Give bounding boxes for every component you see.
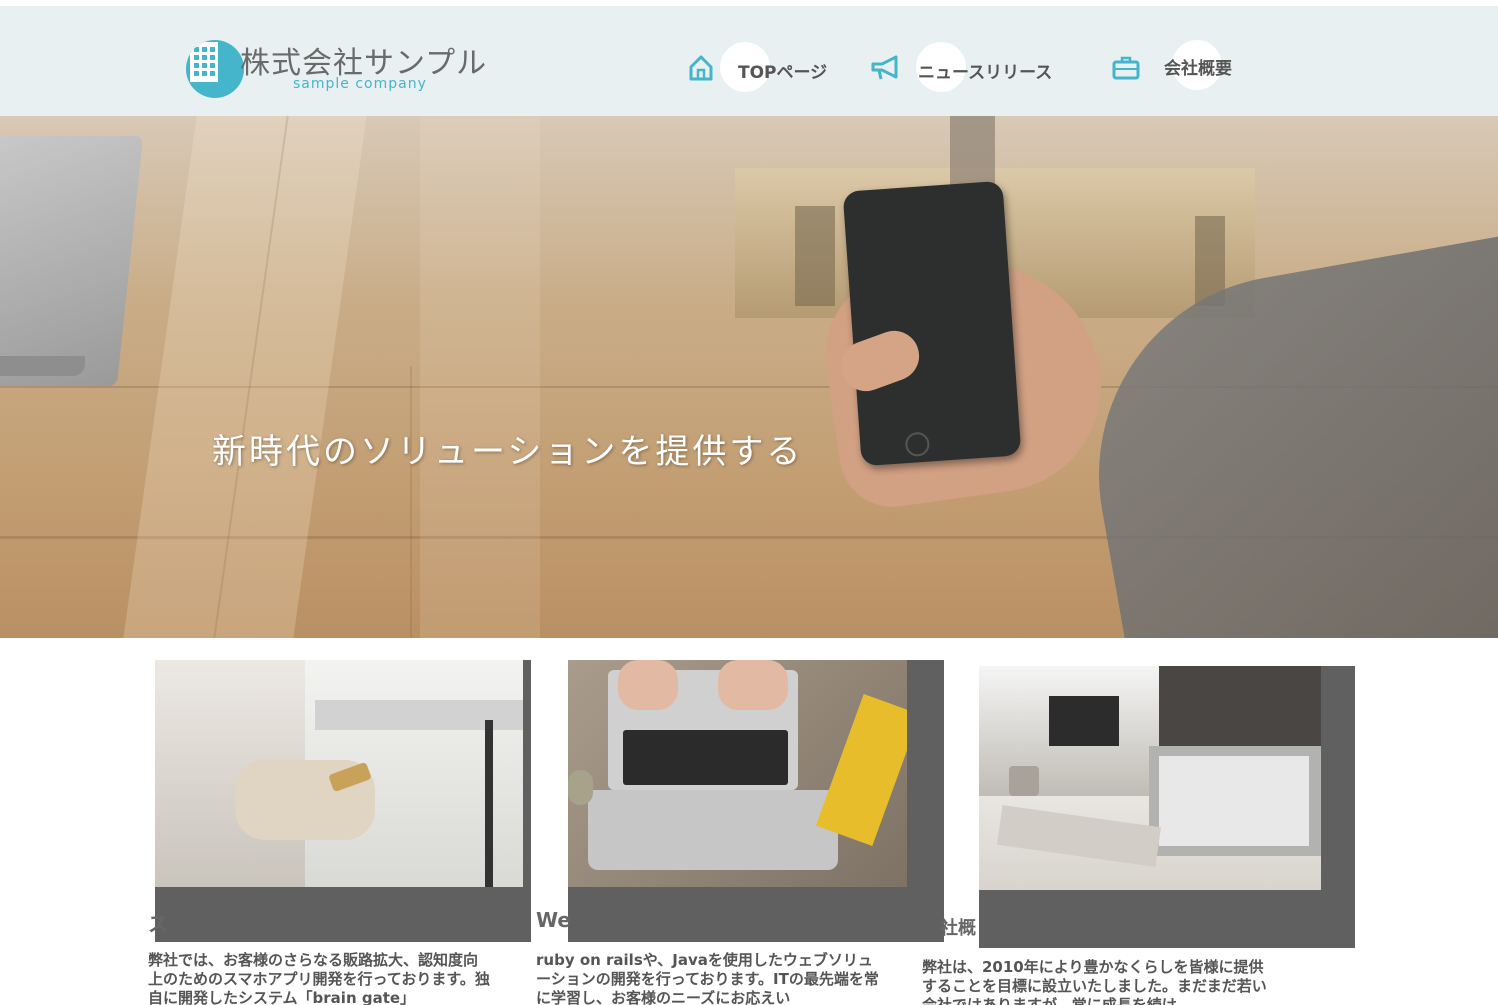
- card-heading: ス: [148, 912, 168, 936]
- card-image-company[interactable]: [979, 666, 1321, 890]
- nav-label: TOPページ: [738, 63, 828, 83]
- company-tagline: sample company: [293, 76, 427, 92]
- laptop-image: [0, 136, 144, 386]
- card-text: 弊社は、2010年により豊かなくらしを皆様に提供することを目標に設立いたしました…: [922, 958, 1267, 1005]
- card-heading: We: [536, 908, 571, 932]
- nav-label: ニュースリリース: [918, 63, 1053, 83]
- box-label: [795, 206, 835, 306]
- wood-seam: [410, 366, 412, 638]
- nav-item-company[interactable]: 会社概要: [1112, 40, 1252, 100]
- smartphone-image: [842, 180, 1022, 467]
- nav-label: 会社概要: [1164, 59, 1232, 79]
- nav-item-top[interactable]: TOPページ: [688, 42, 838, 100]
- card-text: 弊社では、お客様のさらなる販路拡大、認知度向上のためのスマホアプリ開発を行ってお…: [148, 951, 490, 1005]
- card-heading: 社概: [940, 918, 976, 939]
- hero-title: 新時代のソリューションを提供する: [212, 432, 804, 472]
- briefcase-icon: [1112, 56, 1140, 80]
- building-logo-icon[interactable]: [186, 40, 244, 98]
- home-icon: [689, 55, 713, 81]
- wood-plank: [123, 116, 367, 638]
- nav-item-news[interactable]: ニュースリリース: [870, 42, 1070, 100]
- wood-plank: [420, 116, 540, 638]
- card-image-web-dev[interactable]: [568, 660, 907, 887]
- card-image-smartphone-app[interactable]: [155, 660, 523, 887]
- megaphone-icon: [871, 55, 898, 80]
- card-text: ruby on railsや、Javaを使用したウェブソリューションの開発を行っ…: [536, 951, 879, 1005]
- site-header: 株式会社サンプル sample company TOPページ ニュースリリース …: [0, 6, 1498, 116]
- laptop-base: [0, 356, 85, 376]
- hero-banner: 新時代のソリューションを提供する: [0, 116, 1498, 638]
